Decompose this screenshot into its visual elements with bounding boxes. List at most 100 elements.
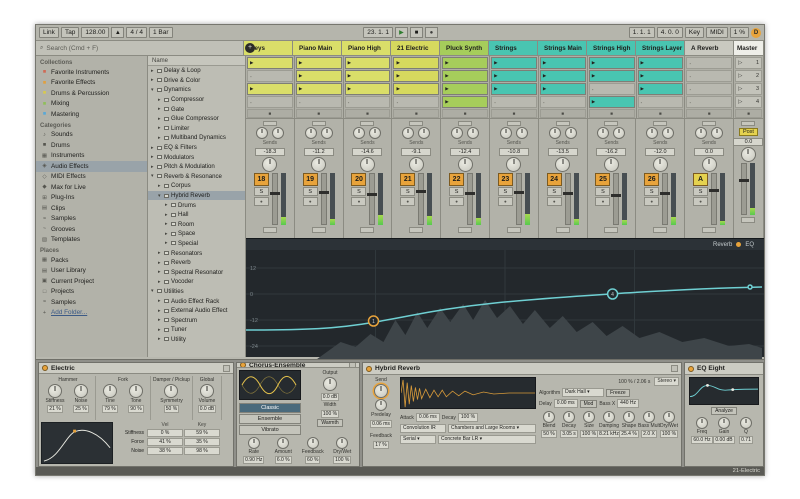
- clip-slot[interactable]: [345, 57, 391, 69]
- stop-all-clips-button[interactable]: [735, 109, 762, 118]
- send-a-knob[interactable]: [597, 127, 609, 139]
- solo-button[interactable]: S: [595, 187, 610, 196]
- scene-slot[interactable]: ▷ 2: [735, 70, 762, 82]
- io-routing-box[interactable]: [458, 121, 472, 126]
- pan-knob[interactable]: [741, 147, 756, 162]
- browser-tree-item[interactable]: Audio Effect Rack: [148, 296, 245, 306]
- scene-slot[interactable]: ▷ 3: [735, 83, 762, 95]
- track-activator-button[interactable]: 24: [547, 173, 562, 186]
- clip-slot[interactable]: [393, 70, 439, 82]
- stop-clip-button[interactable]: [345, 109, 391, 118]
- track-activator-button[interactable]: 21: [400, 173, 415, 186]
- record-button[interactable]: ●: [425, 27, 438, 38]
- clip-slot[interactable]: [296, 83, 342, 95]
- send-b-knob[interactable]: [418, 127, 430, 139]
- eq-display[interactable]: 12 0 -12 -24 1 4: [246, 250, 764, 360]
- volume-field[interactable]: -9.1: [401, 148, 431, 156]
- browser-tree-item[interactable]: Delay & Loop: [148, 66, 245, 76]
- param-value[interactable]: 0.00 dB: [713, 436, 734, 444]
- browser-tree-item[interactable]: Glue Compressor: [148, 114, 245, 124]
- key-map-button[interactable]: Key: [685, 27, 704, 38]
- browser-tree-item[interactable]: Utilities: [148, 287, 245, 297]
- param-knob[interactable]: [740, 417, 752, 429]
- param-value[interactable]: 25.4 %: [619, 430, 639, 438]
- output-routing-box[interactable]: [702, 227, 716, 233]
- tab-eq[interactable]: EQ: [745, 242, 754, 248]
- solo-button[interactable]: S: [547, 187, 562, 196]
- mode-tab[interactable]: Vibrato: [239, 425, 301, 435]
- clip-slot[interactable]: [540, 96, 586, 108]
- volume-fader[interactable]: [662, 173, 668, 225]
- browser-tree-item[interactable]: Hybrid Reverb: [148, 191, 245, 201]
- param-value[interactable]: 0.0 dB: [321, 393, 339, 401]
- device-on-icon[interactable]: [42, 365, 48, 371]
- stereo-mode-select[interactable]: Stereo: [654, 377, 679, 386]
- clip-slot[interactable]: [589, 57, 635, 69]
- track-activator-button[interactable]: 20: [351, 173, 366, 186]
- output-routing-box[interactable]: [741, 217, 755, 223]
- clip-slot[interactable]: [296, 57, 342, 69]
- track-activator-button[interactable]: 18: [254, 173, 269, 186]
- scene-slot[interactable]: ▷ 4: [735, 96, 762, 108]
- scene-play-icon[interactable]: ▷: [738, 99, 742, 105]
- send-a-knob[interactable]: [549, 127, 561, 139]
- send-a-knob[interactable]: [451, 127, 463, 139]
- pan-knob[interactable]: [506, 157, 521, 172]
- io-routing-box[interactable]: [741, 121, 755, 126]
- volume-field[interactable]: -10.8: [499, 148, 529, 156]
- io-routing-box[interactable]: [604, 121, 618, 126]
- param-value[interactable]: 21 %: [47, 405, 62, 413]
- volume-field[interactable]: -12.0: [645, 148, 675, 156]
- eq-mini-display[interactable]: [689, 377, 759, 405]
- io-routing-box[interactable]: [409, 121, 423, 126]
- clip-slot[interactable]: [638, 70, 684, 82]
- param-knob[interactable]: [603, 411, 615, 423]
- volume-fader[interactable]: [467, 173, 473, 225]
- browser-tree-item[interactable]: Spectral Resonator: [148, 267, 245, 277]
- device-menu-icon[interactable]: [223, 365, 230, 372]
- param-value[interactable]: 50 %: [541, 430, 556, 438]
- volume-fader[interactable]: [613, 173, 619, 225]
- browser-tree-item[interactable]: Corpus: [148, 181, 245, 191]
- track-header[interactable]: Strings Main: [538, 41, 587, 55]
- browser-tree-item[interactable]: Vocoder: [148, 277, 245, 287]
- clip-slot[interactable]: [442, 70, 488, 82]
- output-routing-box[interactable]: [507, 227, 521, 233]
- solo-button[interactable]: S: [303, 187, 318, 196]
- device-menu-icon[interactable]: [671, 365, 678, 372]
- solo-button[interactable]: S: [449, 187, 464, 196]
- param-knob[interactable]: [129, 384, 143, 398]
- param-knob[interactable]: [583, 411, 595, 423]
- io-routing-box[interactable]: [702, 121, 716, 126]
- clip-slot[interactable]: [686, 96, 732, 108]
- track-header[interactable]: Strings High: [587, 41, 636, 55]
- io-routing-box[interactable]: [312, 121, 326, 126]
- arm-button[interactable]: [303, 197, 318, 206]
- browser-tree-item[interactable]: Pitch & Modulation: [148, 162, 245, 172]
- param-value[interactable]: 100 %: [458, 413, 478, 422]
- sidebar-item[interactable]: ▤ Clips: [36, 203, 147, 214]
- stop-clip-button[interactable]: [540, 109, 586, 118]
- param-knob[interactable]: [307, 437, 319, 449]
- param-value[interactable]: 100 %: [321, 410, 339, 418]
- scene-play-icon[interactable]: ▷: [738, 86, 742, 92]
- clip-slot[interactable]: [247, 83, 293, 95]
- track-header[interactable]: Strings Layer: [636, 41, 685, 55]
- tempo-field[interactable]: 128.00: [81, 27, 109, 38]
- volume-field[interactable]: 0.0: [694, 148, 724, 156]
- clip-slot[interactable]: [442, 83, 488, 95]
- param-value[interactable]: 60 %: [305, 456, 320, 464]
- param-knob[interactable]: [336, 437, 348, 449]
- clip-slot[interactable]: [491, 83, 537, 95]
- volume-field[interactable]: -13.5: [548, 148, 578, 156]
- cue-post-button[interactable]: Post: [739, 128, 758, 136]
- warmth-toggle[interactable]: Warmth: [317, 419, 342, 427]
- send-b-knob[interactable]: [711, 127, 723, 139]
- param-value[interactable]: 0.06 ms: [416, 413, 440, 422]
- link-button[interactable]: Link: [39, 27, 59, 38]
- output-routing-box[interactable]: [458, 227, 472, 233]
- sidebar-item[interactable]: ~ Grooves: [36, 224, 147, 235]
- pan-knob[interactable]: [458, 157, 473, 172]
- clip-slot[interactable]: [296, 70, 342, 82]
- track-header[interactable]: 21 Electric: [391, 41, 440, 55]
